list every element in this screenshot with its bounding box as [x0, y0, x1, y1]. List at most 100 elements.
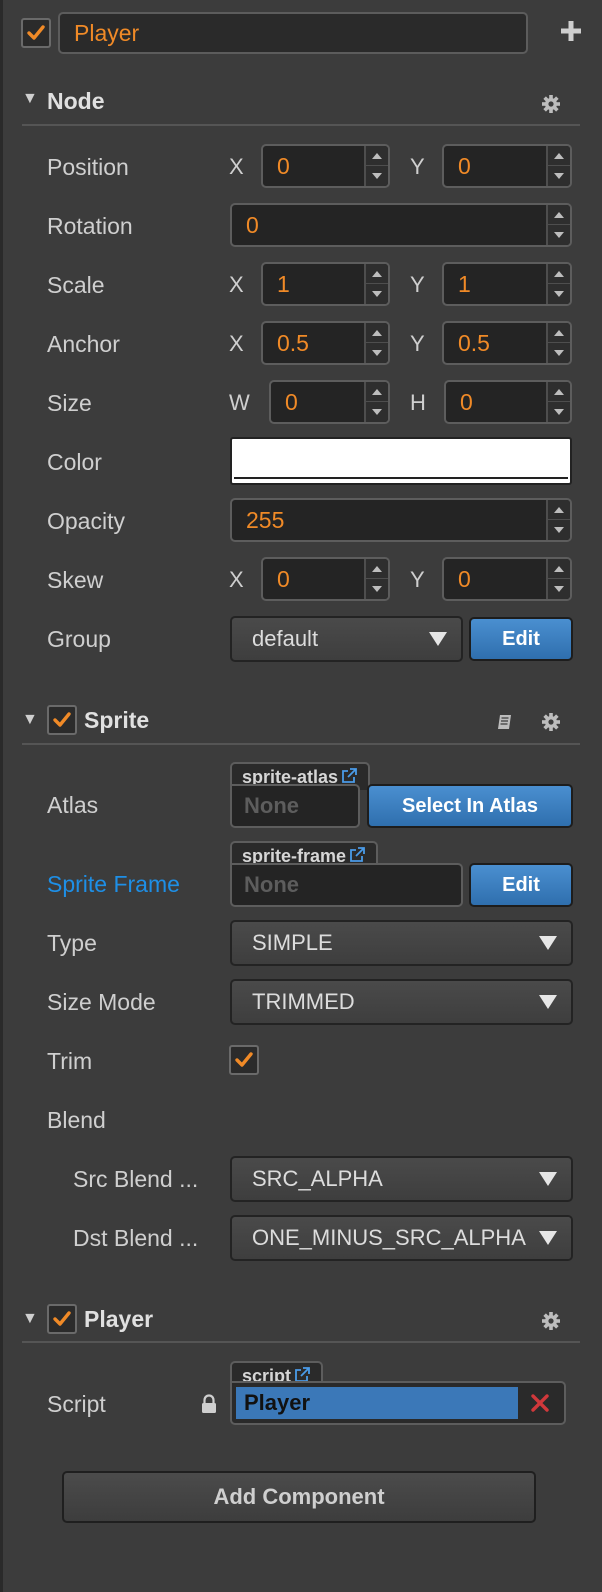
- skew-x-spinner[interactable]: [364, 559, 388, 599]
- blend-label: Blend: [47, 1107, 106, 1133]
- dst-blend-dropdown-arrow-icon: [539, 1231, 557, 1245]
- color-label: Color: [47, 449, 102, 475]
- sprite-collapse-triangle-icon[interactable]: ▼: [22, 711, 38, 729]
- player-section-title: Player: [84, 1306, 154, 1332]
- select-in-atlas-button[interactable]: Select In Atlas: [367, 784, 573, 828]
- script-label: Script: [47, 1391, 106, 1417]
- atlas-field[interactable]: None: [230, 784, 360, 828]
- size-h-label: H: [410, 390, 426, 415]
- size-w-label: W: [229, 390, 250, 415]
- skew-y-label: Y: [410, 567, 425, 592]
- group-edit-button[interactable]: Edit: [469, 617, 573, 661]
- anchor-x-label: X: [229, 331, 244, 356]
- type-dropdown-arrow-icon: [539, 936, 557, 950]
- size-label: Size: [47, 390, 92, 416]
- add-component-button[interactable]: Add Component: [62, 1471, 536, 1523]
- opacity-spinner[interactable]: [546, 500, 570, 540]
- player-collapse-triangle-icon[interactable]: ▼: [22, 1310, 38, 1328]
- group-label: Group: [47, 626, 111, 652]
- anchor-x-input[interactable]: 0.5: [261, 321, 390, 365]
- script-field[interactable]: Player: [230, 1381, 566, 1425]
- skew-label: Skew: [47, 567, 104, 593]
- external-link-icon[interactable]: [348, 846, 366, 864]
- color-picker[interactable]: [230, 437, 572, 485]
- group-dropdown-arrow-icon: [429, 632, 447, 646]
- lock-icon: [202, 1394, 216, 1413]
- player-separator: [22, 1341, 580, 1343]
- checkmark-icon: [235, 1052, 253, 1067]
- trim-label: Trim: [47, 1048, 93, 1074]
- checkmark-icon: [27, 25, 45, 40]
- size-mode-dropdown-arrow-icon: [539, 995, 557, 1009]
- size-h-spinner[interactable]: [546, 382, 570, 422]
- skew-y-spinner[interactable]: [546, 559, 570, 599]
- node-section-title: Node: [47, 88, 105, 114]
- trim-checkbox[interactable]: [229, 1045, 259, 1075]
- checkmark-icon: [53, 1311, 71, 1326]
- scale-y-input[interactable]: 1: [442, 262, 572, 306]
- anchor-y-spinner[interactable]: [546, 323, 570, 363]
- group-select[interactable]: default: [230, 616, 463, 662]
- size-h-input[interactable]: 0: [444, 380, 572, 424]
- anchor-y-label: Y: [410, 331, 425, 356]
- anchor-x-spinner[interactable]: [364, 323, 388, 363]
- sprite-frame-field[interactable]: None: [230, 863, 463, 907]
- sprite-enabled-checkbox[interactable]: [47, 705, 77, 735]
- opacity-input[interactable]: 255: [230, 498, 572, 542]
- rotation-input[interactable]: 0: [230, 203, 572, 247]
- rotation-spinner[interactable]: [546, 205, 570, 245]
- dst-blend-select[interactable]: ONE_MINUS_SRC_ALPHA: [230, 1215, 573, 1261]
- checkmark-icon: [53, 712, 71, 727]
- dst-blend-label: Dst Blend ...: [73, 1225, 199, 1251]
- type-select[interactable]: SIMPLE: [230, 920, 573, 966]
- node-enabled-checkbox[interactable]: [21, 18, 51, 48]
- sprite-frame-edit-button[interactable]: Edit: [469, 863, 573, 907]
- atlas-label: Atlas: [47, 792, 99, 818]
- scale-x-input[interactable]: 1: [261, 262, 390, 306]
- skew-x-input[interactable]: 0: [261, 557, 390, 601]
- external-link-icon[interactable]: [340, 767, 358, 785]
- player-gear-icon[interactable]: [541, 1311, 561, 1331]
- scale-y-label: Y: [410, 272, 425, 297]
- position-x-label: X: [229, 154, 244, 179]
- src-blend-dropdown-arrow-icon: [539, 1172, 557, 1186]
- scale-label: Scale: [47, 272, 105, 298]
- node-gear-icon[interactable]: [541, 94, 561, 114]
- player-enabled-checkbox[interactable]: [47, 1304, 77, 1334]
- rotation-label: Rotation: [47, 213, 133, 239]
- color-alpha-bar: [234, 477, 568, 479]
- size-w-input[interactable]: 0: [269, 380, 390, 424]
- size-w-spinner[interactable]: [364, 382, 388, 422]
- opacity-label: Opacity: [47, 508, 125, 534]
- sprite-gear-icon[interactable]: [541, 712, 561, 732]
- scale-y-spinner[interactable]: [546, 264, 570, 304]
- sprite-help-book-icon[interactable]: [495, 712, 515, 732]
- position-y-spinner[interactable]: [546, 146, 570, 186]
- skew-x-label: X: [229, 567, 244, 592]
- remove-script-icon[interactable]: [530, 1391, 550, 1415]
- anchor-y-input[interactable]: 0.5: [442, 321, 572, 365]
- panel-left-border: [0, 0, 3, 1592]
- sprite-section-title: Sprite: [84, 707, 150, 733]
- position-x-spinner[interactable]: [364, 146, 388, 186]
- src-blend-label: Src Blend ...: [73, 1166, 199, 1192]
- type-label: Type: [47, 930, 97, 956]
- node-collapse-triangle-icon[interactable]: ▼: [22, 90, 38, 108]
- scale-x-label: X: [229, 272, 244, 297]
- src-blend-select[interactable]: SRC_ALPHA: [230, 1156, 573, 1202]
- node-separator: [22, 124, 580, 126]
- size-mode-select[interactable]: TRIMMED: [230, 979, 573, 1025]
- position-y-label: Y: [410, 154, 425, 179]
- script-value-chip[interactable]: Player: [236, 1387, 518, 1419]
- position-y-input[interactable]: 0: [442, 144, 572, 188]
- node-name-input[interactable]: Player: [58, 12, 528, 54]
- size-mode-label: Size Mode: [47, 989, 156, 1015]
- scale-x-spinner[interactable]: [364, 264, 388, 304]
- add-plus-icon[interactable]: [558, 18, 584, 44]
- anchor-label: Anchor: [47, 331, 120, 357]
- position-x-input[interactable]: 0: [261, 144, 390, 188]
- sprite-separator: [22, 743, 580, 745]
- sprite-frame-label: Sprite Frame: [47, 871, 180, 897]
- position-label: Position: [47, 154, 129, 180]
- skew-y-input[interactable]: 0: [442, 557, 572, 601]
